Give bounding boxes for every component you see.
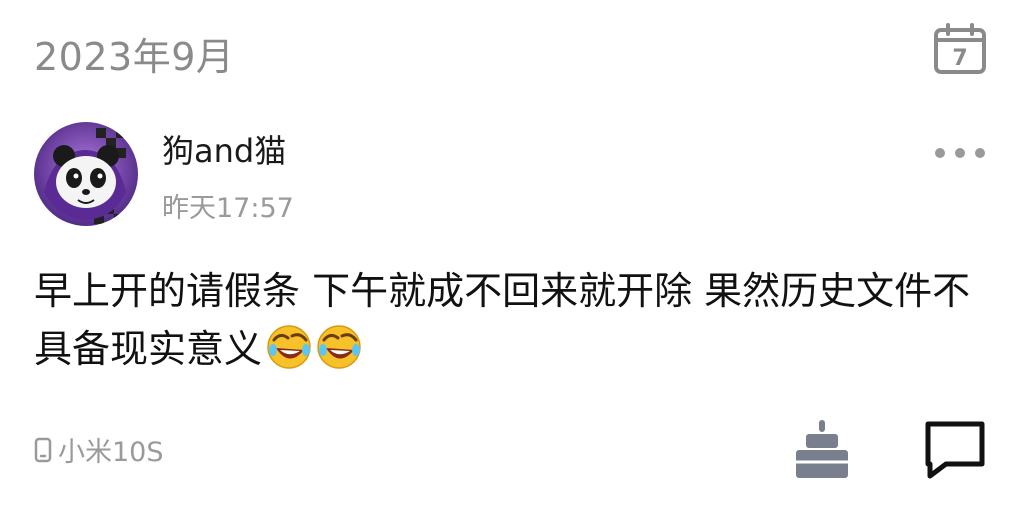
cake-button[interactable] [790,418,854,482]
avatar[interactable] [34,122,138,226]
comment-icon [925,421,985,479]
calendar-day: 7 [952,46,967,71]
laugh-cry-emoji[interactable] [266,324,312,370]
more-button[interactable] [932,140,988,166]
comment-button[interactable] [922,418,988,482]
device-name: 小米10S [58,437,164,468]
post-content: 早上开的请假条 下午就成不回来就开除 果然历史文件不具备现实意义 [34,262,994,378]
post-text: 早上开的请假条 下午就成不回来就开除 果然历史文件不具备现实意义 [34,269,971,371]
cake-icon [796,420,848,478]
post-time: 昨天17:57 [162,193,294,224]
month-title: 2023年9月 [34,35,235,79]
calendar-button[interactable]: 7 [932,22,988,76]
calendar-icon: 7 [934,23,986,74]
more-dots-icon [935,148,985,158]
username[interactable]: 狗and猫 [162,126,286,172]
device-info: 小米10S [34,430,164,469]
laugh-cry-emoji[interactable] [316,324,362,370]
phone-icon [34,437,52,462]
moment-page: 2023年9月 7 狗and猫 昨天17:57 早上开的请假条 下午就成不回来就… [0,0,1024,508]
